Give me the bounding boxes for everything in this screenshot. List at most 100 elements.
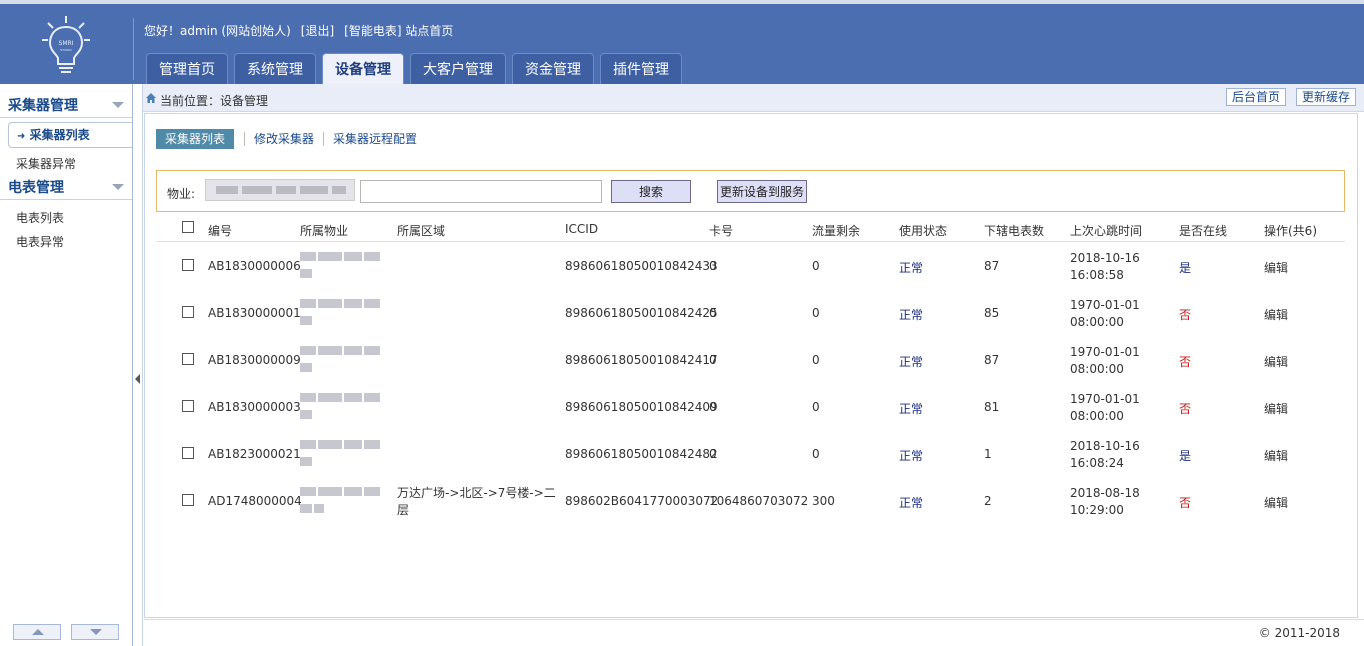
refresh-cache-button[interactable]: 更新缓存 xyxy=(1296,88,1357,106)
device-id: AB1823000021 xyxy=(208,447,301,461)
row-checkbox[interactable] xyxy=(182,400,194,412)
filter-bar: 物业: 搜索 更新设备到服务 xyxy=(156,170,1345,212)
property-label: 物业: xyxy=(167,187,196,201)
iccid-cell: 89860618050010842433 xyxy=(565,259,718,273)
status-badge: 正常 xyxy=(899,355,924,369)
online-status: 是 xyxy=(1179,449,1192,463)
collapse-left-icon[interactable] xyxy=(135,374,140,384)
device-id: AB1830000003 xyxy=(208,400,301,414)
meter-count-cell: 81 xyxy=(984,400,1000,414)
last-heartbeat-cell: 2018-08-18 10:29:00 xyxy=(1070,485,1140,519)
update-devices-button[interactable]: 更新设备到服务 xyxy=(717,180,808,203)
column-header: 下辖电表数 xyxy=(984,224,1045,238)
breadcrumb: 当前位置：设备管理 xyxy=(160,94,269,108)
heartbeat-time: 16:08:58 xyxy=(1070,268,1124,282)
scroll-up-button[interactable] xyxy=(13,624,61,640)
flow-cell: 0 xyxy=(812,400,820,414)
card-cell: 0 xyxy=(709,400,717,414)
last-heartbeat-cell: 1970-01-01 08:00:00 xyxy=(1070,297,1140,331)
subtab-edit-collector[interactable]: 修改采集器 xyxy=(245,129,323,149)
sidebar-item-meter-list[interactable]: 电表列表 xyxy=(0,206,132,230)
select-all-checkbox[interactable] xyxy=(182,221,194,233)
device-id: AD1748000004 xyxy=(208,494,302,508)
tab-plugins[interactable]: 插件管理 xyxy=(600,53,682,84)
search-input[interactable] xyxy=(360,180,602,203)
sidebar-item-meter-error[interactable]: 电表异常 xyxy=(0,230,132,254)
sidebar-item-collector-list[interactable]: ➜ 采集器列表 xyxy=(8,122,132,148)
logout-link[interactable]: [退出] xyxy=(301,24,334,38)
heartbeat-date: 2018-10-16 xyxy=(1070,251,1140,265)
flow-cell: 0 xyxy=(812,353,820,367)
column-header: 所属区域 xyxy=(397,224,446,238)
row-checkbox[interactable] xyxy=(182,447,194,459)
tab-key-accounts[interactable]: 大客户管理 xyxy=(410,53,506,84)
triangle-down-icon xyxy=(90,629,102,635)
subtab-remote-config[interactable]: 采集器远程配置 xyxy=(324,129,426,149)
online-status: 否 xyxy=(1179,402,1192,416)
status-badge: 正常 xyxy=(899,308,924,322)
row-checkbox[interactable] xyxy=(182,353,194,365)
card-cell: 0 xyxy=(709,353,717,367)
edit-link[interactable]: 编辑 xyxy=(1264,494,1288,511)
sidebar-group-meter[interactable]: 电表管理 xyxy=(0,176,132,200)
device-id: AB1830000009 xyxy=(208,353,301,367)
search-button[interactable]: 搜索 xyxy=(611,180,691,203)
table-row: AB1830000003 89860618050010842409 0 0 正常 81 19… xyxy=(156,383,1345,430)
sidebar-group-collector[interactable]: 采集器管理 xyxy=(0,94,132,118)
table-body: AB1830000006 89860618050010842433 0 0 正常 87 20… xyxy=(156,242,1345,524)
sidebar-item-collector-error[interactable]: 采集器异常 xyxy=(0,152,132,176)
device-id: AB1830000001 xyxy=(208,306,301,320)
heartbeat-time: 08:00:00 xyxy=(1070,362,1124,376)
last-heartbeat-cell: 1970-01-01 08:00:00 xyxy=(1070,391,1140,425)
property-select[interactable] xyxy=(205,179,355,201)
heartbeat-date: 2018-08-18 xyxy=(1070,486,1140,500)
iccid-cell: 89860618050010842409 xyxy=(565,400,718,414)
column-header: 上次心跳时间 xyxy=(1070,224,1143,238)
welcome-bar: 您好！admin (网站创始人) [退出] [智能电表] 站点首页 xyxy=(144,22,463,39)
online-status: 否 xyxy=(1179,496,1192,510)
row-checkbox[interactable] xyxy=(182,306,194,318)
tab-system[interactable]: 系统管理 xyxy=(234,53,316,84)
subtab-collector-list[interactable]: 采集器列表 xyxy=(156,129,235,149)
edit-link[interactable]: 编辑 xyxy=(1264,259,1288,276)
row-checkbox[interactable] xyxy=(182,494,194,506)
property-cell-redacted xyxy=(300,391,382,421)
breadcrumb-bar: 当前位置：设备管理 后台首页 更新缓存 xyxy=(143,84,1364,112)
edit-link[interactable]: 编辑 xyxy=(1264,353,1288,370)
iccid-cell: 898602B6041770003072 xyxy=(565,494,719,508)
site-home-link[interactable]: [智能电表] 站点首页 xyxy=(344,24,453,38)
tab-admin-home[interactable]: 管理首页 xyxy=(146,53,228,84)
row-checkbox[interactable] xyxy=(182,259,194,271)
meter-count-cell: 2 xyxy=(984,494,992,508)
sidebar-collapse-bar[interactable] xyxy=(133,84,143,646)
column-header: ICCID xyxy=(565,222,599,236)
table-row: AD1748000004 万达广场->北区->7号楼->二层 898602B6041… xyxy=(156,477,1345,524)
heartbeat-time: 10:29:00 xyxy=(1070,503,1124,517)
card-cell: 0 xyxy=(709,447,717,461)
edit-link[interactable]: 编辑 xyxy=(1264,400,1288,417)
lightbulb-logo-icon: SMRI STUDIO xyxy=(42,16,90,73)
column-header: 使用状态 xyxy=(899,224,948,238)
sidebar-item-label: 采集器列表 xyxy=(29,128,90,142)
svg-text:SMRI: SMRI xyxy=(59,40,74,47)
last-heartbeat-cell: 2018-10-16 16:08:58 xyxy=(1070,250,1140,284)
edit-link[interactable]: 编辑 xyxy=(1264,447,1288,464)
card-cell: 1064860703072 xyxy=(709,494,809,508)
tab-device[interactable]: 设备管理 xyxy=(322,53,404,84)
arrow-right-icon: ➜ xyxy=(17,131,26,142)
property-cell-redacted xyxy=(300,485,382,515)
scroll-down-button[interactable] xyxy=(71,624,119,640)
backend-home-button[interactable]: 后台首页 xyxy=(1226,88,1287,106)
flow-cell: 0 xyxy=(812,447,820,461)
sidebar-scroll-controls xyxy=(0,624,133,642)
edit-link[interactable]: 编辑 xyxy=(1264,306,1288,323)
heartbeat-date: 1970-01-01 xyxy=(1070,345,1140,359)
top-header: SMRI STUDIO 您好！admin (网站创始人) [退出] [智能电表] 站… xyxy=(0,0,1364,84)
table-row: AB1830000001 89860618050010842425 0 0 正常 85 19… xyxy=(156,289,1345,336)
welcome-text: 您好！admin (网站创始人) xyxy=(144,24,291,38)
table-header: 编号 所属物业 所属区域 ICCID 卡号 流量剩余 使用状态 下辖电表数 上次… xyxy=(156,218,1345,242)
tab-funds[interactable]: 资金管理 xyxy=(512,53,594,84)
heartbeat-time: 08:00:00 xyxy=(1070,409,1124,423)
collector-table: 编号 所属物业 所属区域 ICCID 卡号 流量剩余 使用状态 下辖电表数 上次… xyxy=(156,218,1345,524)
card-cell: 0 xyxy=(709,306,717,320)
